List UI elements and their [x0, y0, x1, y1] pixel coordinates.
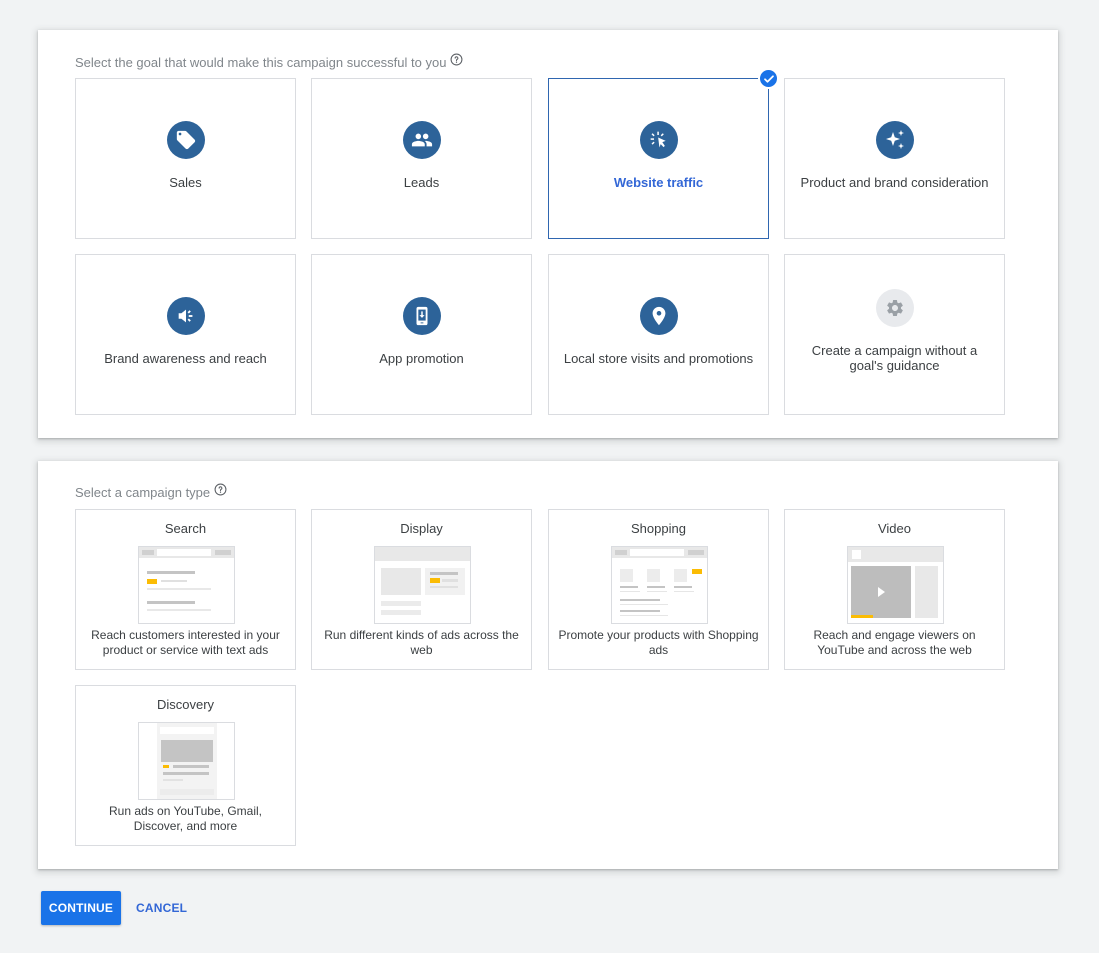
campaign-type-title: Shopping — [631, 521, 686, 536]
goal-label: Leads — [403, 175, 440, 190]
shopping-ad-illustration — [611, 546, 708, 624]
campaign-type-section-title: Select a campaign type — [75, 483, 227, 500]
play-icon — [878, 587, 885, 597]
goal-label: App promotion — [379, 351, 464, 366]
goal-card-no-goal-guidance[interactable]: Create a campaign without a goal's guida… — [784, 254, 1005, 415]
goal-label: Website traffic — [613, 175, 704, 190]
sparkle-icon — [876, 121, 914, 159]
goal-card-local-store-visits[interactable]: Local store visits and promotions — [548, 254, 769, 415]
campaign-type-card-discovery[interactable]: Discovery Run ads on YouTube, Gmail, Dis… — [75, 685, 296, 846]
goal-label: Local store visits and promotions — [563, 351, 754, 366]
campaign-type-card-video[interactable]: Video Reach and engage viewers on YouTub… — [784, 509, 1005, 670]
goal-label: Brand awareness and reach — [104, 351, 267, 366]
discovery-ad-illustration — [138, 722, 235, 800]
search-ad-illustration — [138, 546, 235, 624]
selected-check-icon — [758, 68, 779, 89]
campaign-type-title: Display — [400, 521, 443, 536]
campaign-type-section-title-text: Select a campaign type — [75, 485, 211, 500]
goal-selection-panel: Select the goal that would make this cam… — [38, 30, 1058, 438]
campaign-type-card-display[interactable]: Display Run different kinds of ads acros… — [311, 509, 532, 670]
campaign-type-panel: Select a campaign type Search Reach cust… — [38, 461, 1058, 869]
campaign-type-description: Run different kinds of ads across the we… — [324, 628, 519, 657]
campaign-type-description: Reach customers interested in your produ… — [91, 628, 280, 657]
continue-button[interactable]: CONTINUE — [41, 891, 121, 925]
goal-label: Create a campaign without a goal's guida… — [811, 343, 978, 373]
campaign-type-description: Run ads on YouTube, Gmail, Discover, and… — [109, 804, 262, 833]
campaign-type-description: Promote your products with Shopping ads — [558, 628, 759, 657]
goal-card-product-brand-consideration[interactable]: Product and brand consideration — [784, 78, 1005, 239]
campaign-type-title: Search — [164, 521, 207, 536]
campaign-type-title: Video — [877, 521, 911, 536]
campaign-type-card-search[interactable]: Search Reach customers interested in you… — [75, 509, 296, 670]
goal-card-leads[interactable]: Leads — [311, 78, 532, 239]
goal-card-website-traffic[interactable]: Website traffic — [548, 68, 779, 239]
campaign-type-card-shopping[interactable]: Shopping Promote your products with Shop… — [548, 509, 769, 670]
cursor-click-icon — [640, 121, 678, 159]
goal-card-sales[interactable]: Sales — [75, 78, 296, 239]
goal-label: Product and brand consideration — [800, 175, 989, 190]
goal-card-app-promotion[interactable]: App promotion — [311, 254, 532, 415]
video-ad-illustration — [847, 546, 944, 624]
goal-card-brand-awareness-reach[interactable]: Brand awareness and reach — [75, 254, 296, 415]
location-pin-icon — [640, 297, 678, 335]
goal-label: Sales — [169, 175, 202, 190]
campaign-type-title: Discovery — [156, 697, 215, 712]
goal-section-title-text: Select the goal that would make this cam… — [75, 55, 447, 70]
megaphone-icon — [167, 297, 205, 335]
phone-download-icon — [403, 297, 441, 335]
campaign-type-description: Reach and engage viewers on YouTube and … — [813, 628, 976, 657]
gear-icon — [876, 289, 914, 327]
tag-icon — [167, 121, 205, 159]
help-circle-icon[interactable] — [450, 53, 463, 66]
cancel-button[interactable]: CANCEL — [128, 891, 195, 925]
help-circle-icon[interactable] — [214, 483, 227, 496]
display-ad-illustration — [374, 546, 471, 624]
people-icon — [403, 121, 441, 159]
goal-section-title: Select the goal that would make this cam… — [75, 53, 463, 70]
